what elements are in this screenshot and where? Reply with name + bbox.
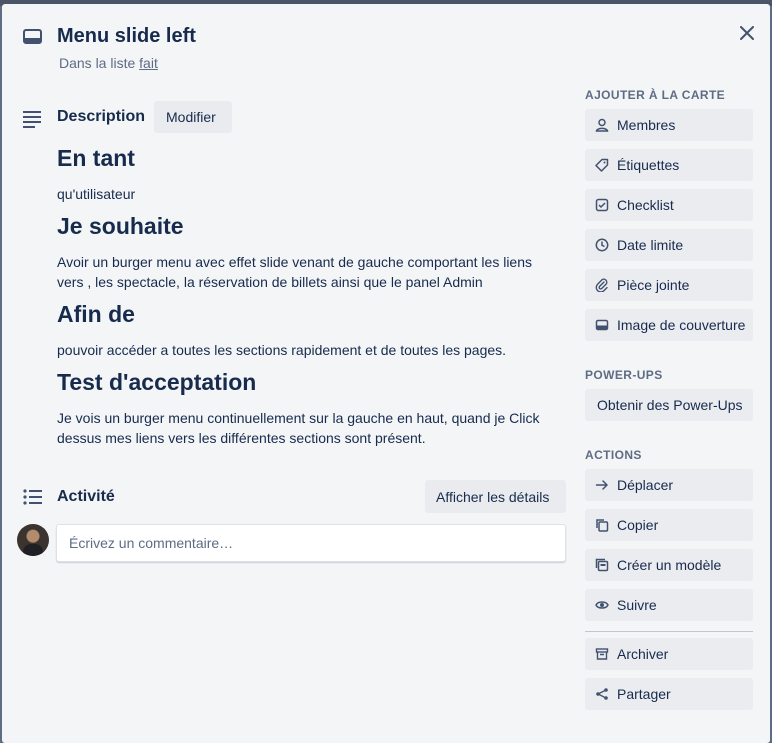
move-label: Déplacer [617, 477, 674, 493]
template-icon [595, 558, 609, 572]
labels-label: Étiquettes [617, 157, 680, 173]
due-date-label: Date limite [617, 237, 684, 253]
card-title[interactable]: Menu slide left [57, 25, 196, 48]
archive-icon [595, 647, 609, 661]
show-details-label: Afficher les détails [436, 488, 550, 505]
show-details-button[interactable]: Afficher les détails [425, 480, 566, 513]
paperclip-icon [595, 278, 609, 292]
comment-input[interactable] [56, 524, 566, 562]
edit-description-label: Modifier [166, 109, 216, 125]
close-button[interactable] [736, 22, 758, 44]
watch-button[interactable]: Suivre [585, 589, 753, 621]
description-heading: En tant [57, 145, 135, 171]
actions-heading: ACTIONS [585, 448, 642, 462]
share-button[interactable]: Partager [585, 678, 753, 710]
list-link[interactable]: fait [139, 55, 158, 71]
checkbox-icon [595, 198, 609, 212]
cover-image-label: Image de couverture [617, 317, 746, 333]
description-paragraph: Avoir un burger menu avec effet slide ve… [57, 254, 532, 290]
copy-icon [595, 518, 609, 532]
description-title: Description [57, 108, 146, 125]
archive-label: Archiver [617, 646, 669, 662]
get-power-ups-button[interactable]: Obtenir des Power-Ups [585, 389, 753, 421]
archive-button[interactable]: Archiver [585, 638, 753, 670]
watch-label: Suivre [617, 597, 657, 613]
attachment-label: Pièce jointe [617, 277, 690, 293]
avatar[interactable] [17, 524, 49, 556]
card-cover-icon [595, 318, 609, 332]
share-icon [595, 687, 609, 701]
list-info: Dans la liste fait [59, 55, 158, 71]
description-heading: Test d'acceptation [57, 369, 257, 395]
power-ups-heading: POWER-UPS [585, 368, 663, 382]
card-icon [23, 29, 42, 44]
share-label: Partager [617, 686, 671, 702]
description-heading: Afin de [57, 301, 135, 327]
cover-image-button[interactable]: Image de couverture [585, 309, 753, 341]
members-button[interactable]: Membres [585, 109, 753, 141]
due-date-button[interactable]: Date limite [585, 229, 753, 261]
activity-icon [23, 489, 42, 505]
copy-label: Copier [617, 517, 659, 533]
person-icon [595, 118, 609, 132]
description-paragraph: Je vois un burger menu continuellement s… [57, 410, 540, 446]
activity-title: Activité [57, 488, 115, 505]
description-icon [23, 111, 41, 128]
description-heading: Je souhaite [57, 213, 184, 239]
sidebar-divider [585, 631, 753, 632]
description-paragraph: qu'utilisateur [57, 186, 136, 202]
create-template-label: Créer un modèle [617, 557, 722, 573]
description-paragraph: pouvoir accéder a toutes les sections ra… [57, 342, 507, 358]
checklist-label: Checklist [617, 197, 674, 213]
move-button[interactable]: Déplacer [585, 469, 753, 501]
create-template-button[interactable]: Créer un modèle [585, 549, 753, 581]
labels-button[interactable]: Étiquettes [585, 149, 753, 181]
members-label: Membres [617, 117, 676, 133]
card-detail-modal: Menu slide left Dans la liste fait Descr… [2, 4, 770, 743]
arrow-right-icon [595, 478, 609, 492]
attachment-button[interactable]: Pièce jointe [585, 269, 753, 301]
close-icon [740, 26, 754, 40]
list-info-prefix: Dans la liste [59, 55, 136, 71]
edit-description-button[interactable]: Modifier [154, 101, 232, 133]
get-power-ups-label: Obtenir des Power-Ups [597, 397, 743, 413]
eye-icon [595, 598, 609, 612]
copy-button[interactable]: Copier [585, 509, 753, 541]
checklist-button[interactable]: Checklist [585, 189, 753, 221]
tag-icon [595, 158, 609, 172]
clock-icon [595, 238, 609, 252]
add-to-card-heading: AJOUTER À LA CARTE [585, 88, 726, 102]
